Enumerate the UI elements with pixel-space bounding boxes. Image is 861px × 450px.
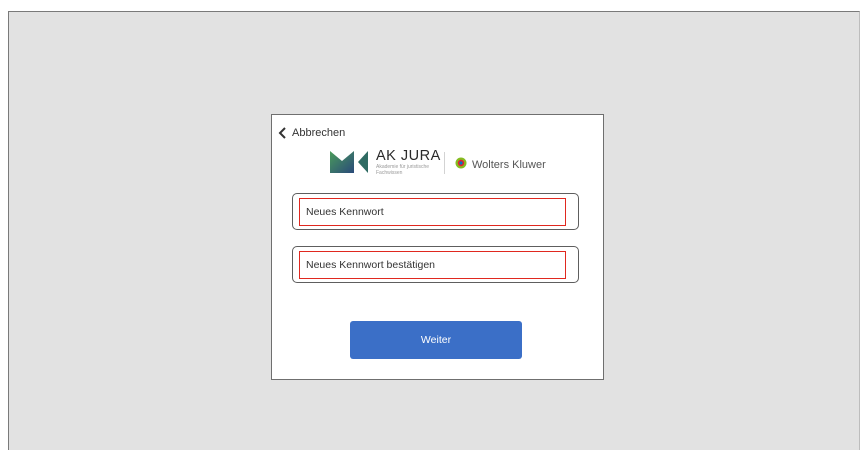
new-password-highlight [299, 198, 566, 226]
change-password-dialog: Abbrechen AK JURA Akademie für juristisc… [271, 114, 604, 380]
wolters-kluwer-logo-icon [455, 157, 467, 169]
next-button[interactable]: Weiter [350, 321, 522, 359]
akjura-subtitle: Akademie für juristische Fachwissen [376, 164, 430, 176]
back-label: Abbrechen [292, 127, 346, 139]
chevron-left-icon [278, 127, 286, 139]
brand-logos: AK JURA Akademie für juristische Fachwis… [330, 147, 570, 177]
back-button[interactable]: Abbrechen [278, 127, 345, 139]
akjura-logo-icon [330, 151, 368, 173]
akjura-title: AK JURA [376, 148, 441, 164]
app-window: Abbrechen AK JURA Akademie für juristisc… [8, 11, 860, 450]
confirm-password-field[interactable] [300, 252, 565, 278]
logo-divider [444, 152, 445, 174]
confirm-password-highlight [299, 251, 566, 279]
new-password-field[interactable] [300, 199, 565, 225]
akjura-wordmark: AK JURA Akademie für juristische Fachwis… [376, 148, 441, 176]
confirm-password-container [292, 246, 579, 283]
new-password-container [292, 193, 579, 230]
wolters-kluwer-name: Wolters Kluwer [472, 159, 546, 171]
